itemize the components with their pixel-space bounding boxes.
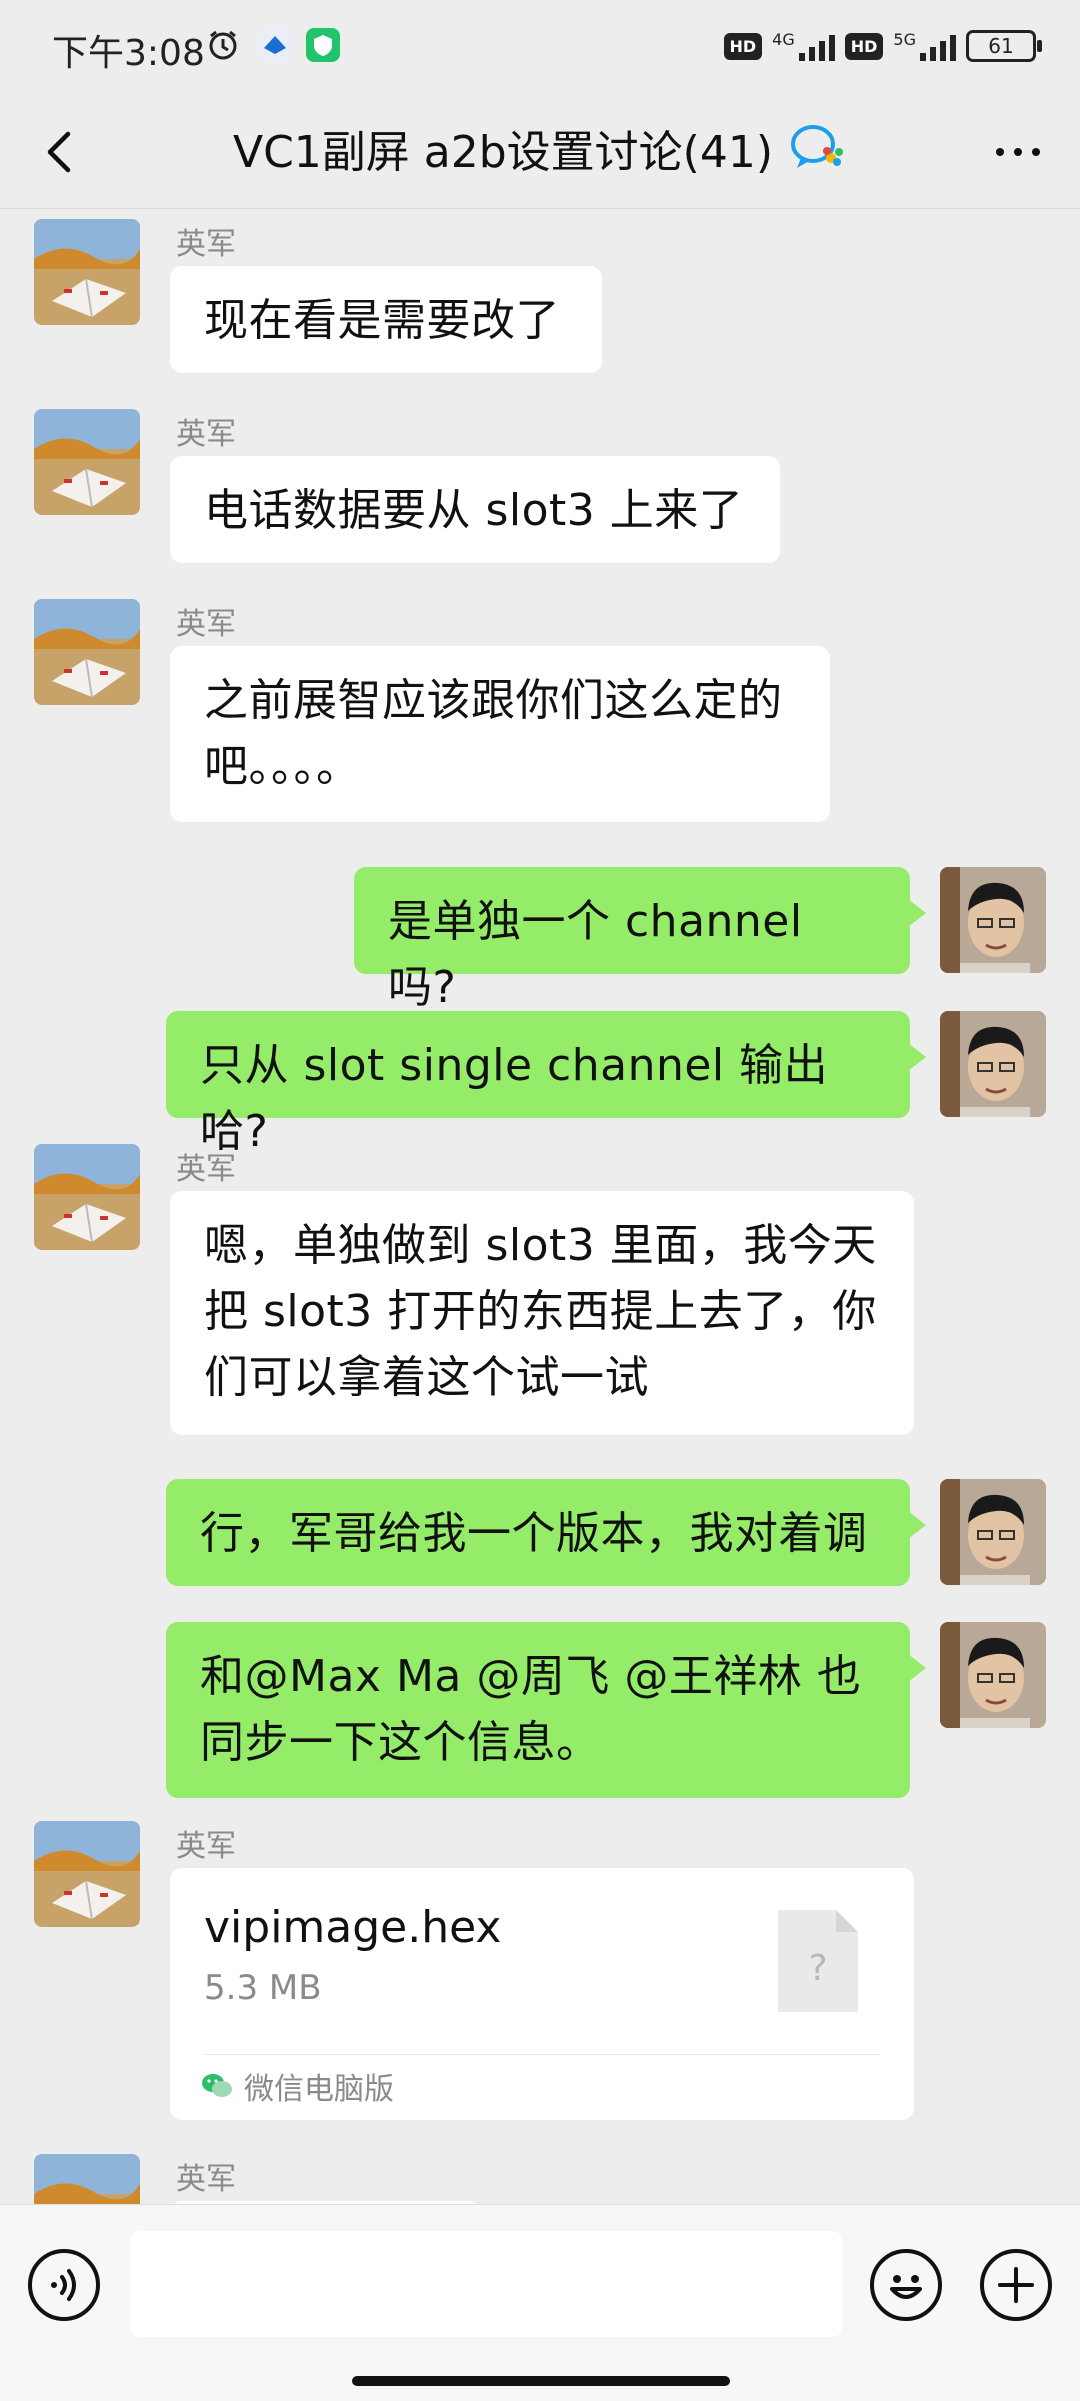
message-text-line: 吧。。。。 — [204, 741, 361, 792]
file-message-card[interactable]: vipimage.hex 5.3 MB ? 微信电脑版 — [170, 1868, 914, 2120]
avatar-book-image — [34, 599, 140, 705]
message-text-line: 同步一下这个信息。 — [200, 1717, 601, 1768]
message-bubble-own[interactable]: 行，军哥给我一个版本，我对着调 — [166, 1479, 926, 1586]
unknown-file-icon: ? — [778, 1910, 858, 2012]
sender-name: 英军 — [176, 1152, 236, 1187]
voice-icon — [51, 2269, 76, 2301]
my-avatar[interactable] — [940, 1479, 1046, 1585]
avatar-book-image — [34, 1144, 140, 1250]
message-text-line: 们可以拿着这个试一试 — [204, 1352, 649, 1403]
more-button[interactable] — [986, 124, 1050, 180]
message-text-line: 嗯，单独做到 slot3 里面，我今天 — [204, 1220, 877, 1271]
message-text-line: 和@Max Ma @周飞 @王祥林 也 — [200, 1651, 862, 1702]
plus-button[interactable] — [980, 2249, 1052, 2321]
message-list[interactable]: 英军 现在看是需要改了 英军 电话数据要从 slot3 上来了 英军 之前展智应… — [0, 209, 1080, 2204]
avatar[interactable] — [34, 599, 140, 705]
file-source-label: 微信电脑版 — [244, 2072, 394, 2107]
avatar-book-image — [34, 2154, 140, 2204]
status-right-group: HD 4G HD 5G 61 — [723, 30, 1042, 62]
avatar-book-image — [34, 219, 140, 325]
app-notification-icon — [258, 28, 292, 62]
more-dot — [1014, 148, 1022, 156]
status-time: 下午3:08 — [52, 33, 205, 74]
sender-name: 英军 — [176, 227, 236, 262]
file-size: 5.3 MB — [204, 1968, 322, 2008]
battery-icon: 61 — [966, 30, 1042, 62]
app-shield-icon — [306, 28, 340, 62]
avatar[interactable] — [34, 1144, 140, 1250]
voice-button[interactable] — [28, 2249, 100, 2321]
home-indicator[interactable] — [352, 2376, 730, 2386]
avatar-portrait-image — [940, 1479, 1046, 1585]
message-bubble[interactable]: 电话数据要从 slot3 上来了 — [170, 456, 780, 563]
message-text: 是单独一个 channel 吗? — [388, 896, 803, 1013]
avatar-portrait-image — [940, 1622, 1046, 1728]
file-source: 微信电脑版 — [200, 2064, 394, 2108]
file-divider — [204, 2054, 880, 2055]
message-input[interactable] — [130, 2231, 842, 2337]
wechat-work-icon — [791, 125, 843, 168]
message-bubble[interactable]: 嗯，单独做到 slot3 里面，我今天 把 slot3 打开的东西提上去了，你 … — [170, 1191, 914, 1435]
message-text: 现在看是需要改了 — [204, 295, 560, 346]
emoji-button[interactable] — [870, 2249, 942, 2321]
message-text: 电话数据要从 slot3 上来了 — [204, 485, 744, 536]
message-text-line: 把 slot3 打开的东西提上去了，你 — [204, 1286, 877, 1337]
chat-title: VC1副屏 a2b设置讨论(41) — [0, 116, 1080, 180]
avatar[interactable] — [34, 219, 140, 325]
message-bubble[interactable]: 之前展智应该跟你们这么定的 吧。。。。 — [170, 646, 830, 822]
status-bar: 下午3:08 HD 4G HD 5G 61 — [0, 0, 1080, 96]
avatar-book-image — [34, 409, 140, 515]
input-bar — [0, 2204, 1080, 2401]
my-avatar[interactable] — [940, 867, 1046, 973]
svg-text:?: ? — [808, 1948, 827, 1989]
hd-badge: HD — [723, 32, 763, 60]
network-type: 4G — [772, 30, 795, 49]
network-type: 5G — [893, 30, 916, 49]
my-avatar[interactable] — [940, 1011, 1046, 1117]
chat-title-text: VC1副屏 a2b设置讨论(41) — [232, 127, 773, 178]
chat-header: VC1副屏 a2b设置讨论(41) — [0, 96, 1080, 209]
message-text: 行，军哥给我一个版本，我对着调 — [200, 1508, 868, 1559]
hd-badge: HD — [844, 32, 884, 60]
avatar[interactable] — [34, 1821, 140, 1927]
wechat-pc-icon — [202, 2074, 232, 2097]
alarm-icon — [206, 28, 240, 62]
sender-name: 英军 — [176, 2162, 236, 2197]
message-bubble-own[interactable]: 和@Max Ma @周飞 @王祥林 也 同步一下这个信息。 — [166, 1622, 926, 1798]
plus-icon — [998, 2267, 1034, 2303]
more-dot — [996, 148, 1004, 156]
more-dot — [1032, 148, 1040, 156]
sender-name: 英军 — [176, 607, 236, 642]
file-name: vipimage.hex — [204, 1902, 502, 1953]
avatar[interactable] — [34, 409, 140, 515]
message-bubble-own[interactable]: 只从 slot single channel 输出哈? — [166, 1011, 926, 1157]
avatar-book-image — [34, 1821, 140, 1927]
signal-icon — [920, 31, 956, 61]
message-bubble[interactable]: 现在看是需要改了 — [170, 266, 602, 373]
avatar[interactable] — [34, 2154, 140, 2204]
message-text-line: 之前展智应该跟你们这么定的 — [204, 675, 783, 726]
sender-name: 英军 — [176, 417, 236, 452]
emoji-icon — [890, 2275, 922, 2299]
avatar-portrait-image — [940, 1011, 1046, 1117]
sender-name: 英军 — [176, 1829, 236, 1864]
message-bubble-own[interactable]: 是单独一个 channel 吗? — [354, 867, 926, 1013]
my-avatar[interactable] — [940, 1622, 1046, 1728]
signal-icon — [798, 31, 835, 61]
avatar-portrait-image — [940, 867, 1046, 973]
message-text: 只从 slot single channel 输出哈? — [200, 1040, 829, 1157]
